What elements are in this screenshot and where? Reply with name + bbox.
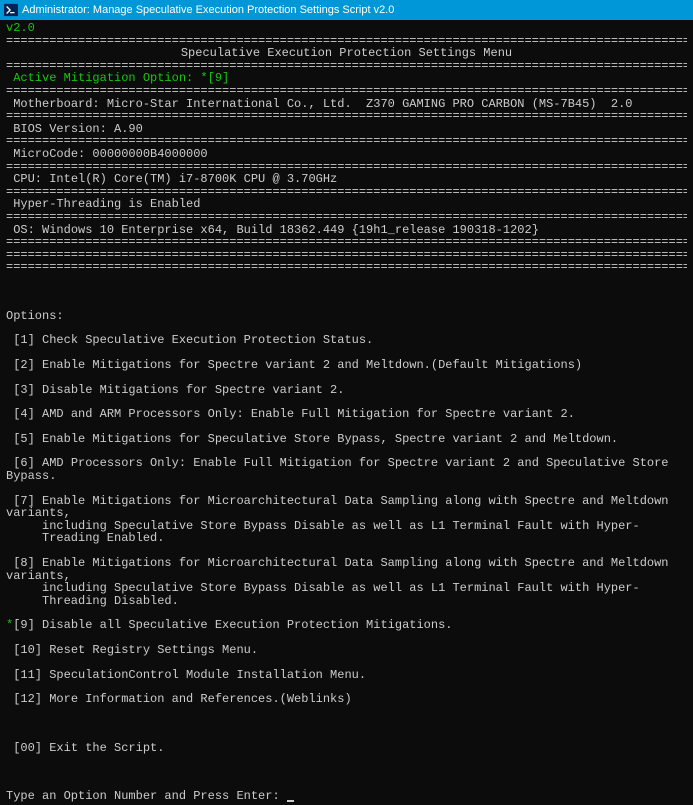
microcode-info: MicroCode: 00000000B4000000	[6, 148, 687, 161]
divider: ========================================…	[6, 211, 687, 224]
cpu-info: CPU: Intel(R) Core(TM) i7-8700K CPU @ 3.…	[6, 173, 687, 186]
terminal-output[interactable]: v2.0 ===================================…	[0, 20, 693, 805]
window-title-text: Administrator: Manage Speculative Execut…	[22, 4, 394, 16]
exit-option: [00] Exit the Script.	[6, 742, 687, 755]
cursor	[287, 800, 294, 802]
motherboard-info: Motherboard: Micro-Star International Co…	[6, 98, 687, 111]
menu-option-12: [12] More Information and References.(We…	[6, 693, 687, 706]
bios-info: BIOS Version: A.90	[6, 123, 687, 136]
menu-option-9: *[9] Disable all Speculative Execution P…	[6, 619, 687, 632]
menu-option-1: [1] Check Speculative Execution Protecti…	[6, 334, 687, 347]
menu-option-7-cont: including Speculative Store Bypass Disab…	[6, 520, 687, 545]
menu-option-4: [4] AMD and ARM Processors Only: Enable …	[6, 408, 687, 421]
menu-option-10: [10] Reset Registry Settings Menu.	[6, 644, 687, 657]
menu-title: Speculative Execution Protection Setting…	[6, 47, 687, 60]
window-title-bar[interactable]: Administrator: Manage Speculative Execut…	[0, 0, 693, 20]
menu-option-3: [3] Disable Mitigations for Spectre vari…	[6, 384, 687, 397]
divider: ========================================…	[6, 236, 687, 249]
menu-option-7: [7] Enable Mitigations for Microarchitec…	[6, 495, 687, 520]
divider: ========================================…	[6, 85, 687, 98]
divider: ========================================…	[6, 261, 687, 274]
menu-option-6: [6] AMD Processors Only: Enable Full Mit…	[6, 457, 687, 482]
menu-option-5: [5] Enable Mitigations for Speculative S…	[6, 433, 687, 446]
os-info: OS: Windows 10 Enterprise x64, Build 183…	[6, 224, 687, 237]
powershell-icon	[4, 3, 18, 17]
options-header: Options:	[6, 310, 687, 323]
menu-option-11: [11] SpeculationControl Module Installat…	[6, 669, 687, 682]
menu-option-2: [2] Enable Mitigations for Spectre varia…	[6, 359, 687, 372]
hyperthreading-info: Hyper-Threading is Enabled	[6, 198, 687, 211]
menu-option-8-cont: including Speculative Store Bypass Disab…	[6, 582, 687, 607]
active-mitigation-label: Active Mitigation Option: *[9]	[6, 72, 687, 85]
prompt-line[interactable]: Type an Option Number and Press Enter:	[6, 790, 687, 803]
menu-option-8: [8] Enable Mitigations for Microarchitec…	[6, 557, 687, 582]
divider: ========================================…	[6, 110, 687, 123]
version-label: v2.0	[6, 22, 687, 35]
divider: ========================================…	[6, 249, 687, 262]
